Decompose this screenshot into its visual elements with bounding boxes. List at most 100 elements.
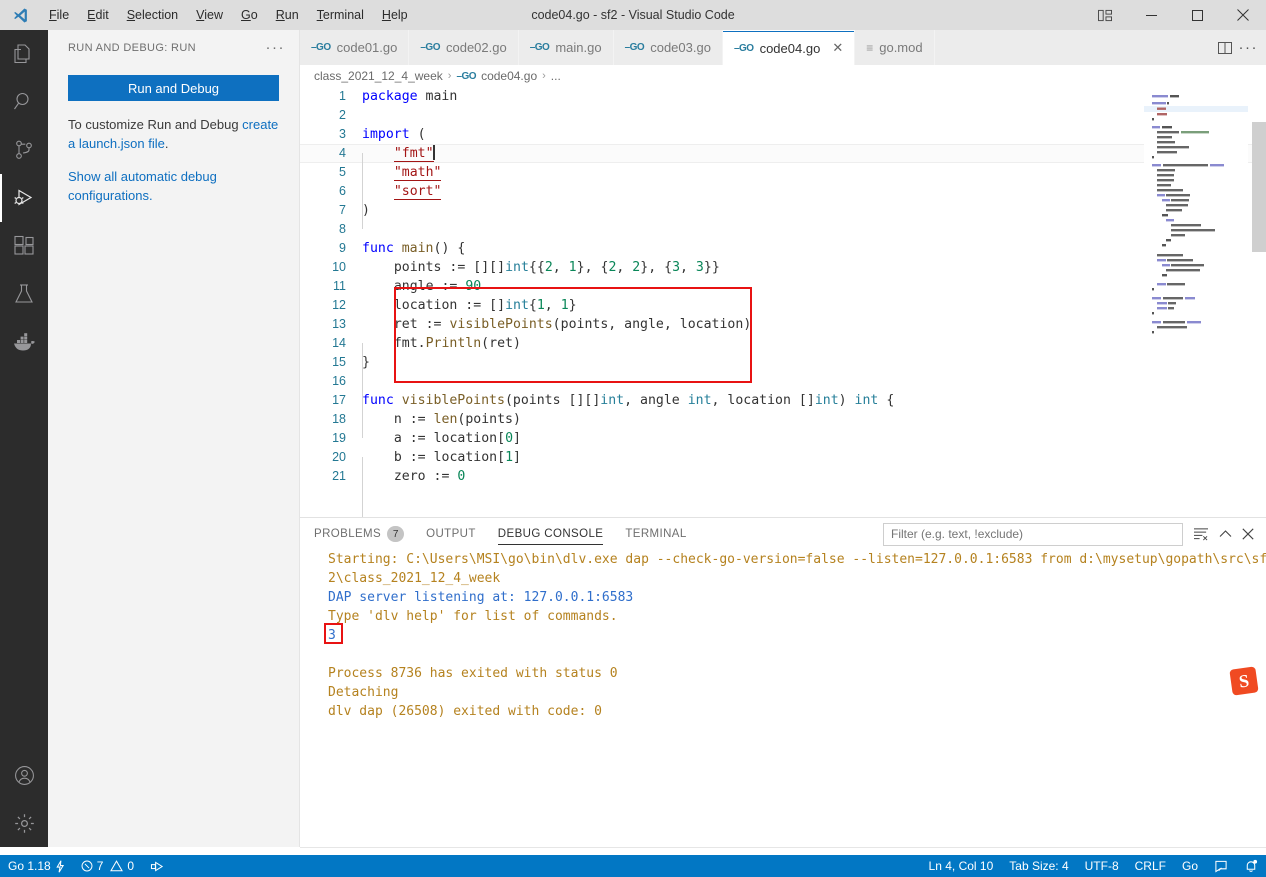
sidebar-item-explorer[interactable] [0, 30, 48, 78]
sidebar-item-search[interactable] [0, 78, 48, 126]
status-encoding[interactable]: UTF-8 [1077, 855, 1127, 877]
accounts-icon[interactable] [0, 751, 48, 799]
menu-item-terminal[interactable]: Terminal [308, 0, 373, 30]
sidebar-item-extensions[interactable] [0, 222, 48, 270]
status-notifications[interactable] [1236, 855, 1266, 877]
title-bar: File Edit Selection View Go Run Terminal Help c… [0, 0, 1266, 30]
customize-layout-icon[interactable] [1082, 0, 1128, 30]
line-content: b := location[1] [393, 450, 521, 465]
console-line: Starting: C:\Users\MSI\go\bin\dlv.exe da… [328, 552, 1266, 567]
run-and-debug-button[interactable]: Run and Debug [68, 75, 279, 101]
status-cursor-position[interactable]: Ln 4, Col 10 [921, 855, 1002, 877]
editor-tab-go-mod[interactable]: ≡ go.mod [855, 30, 935, 65]
status-go-debug[interactable] [142, 855, 173, 877]
sidebar-item-testing[interactable] [0, 270, 48, 318]
encoding-label: UTF-8 [1084, 859, 1119, 873]
editor-tab-code03-go[interactable]: –GO code03.go [613, 30, 723, 65]
code-line[interactable]: 19 a := location[0] [300, 429, 1266, 448]
collapse-panel-icon[interactable] [1219, 529, 1232, 539]
console-filter-input[interactable] [883, 522, 1183, 546]
menu-bar[interactable]: File Edit Selection View Go Run Terminal Help [40, 0, 417, 30]
menu-item-run[interactable]: Run [267, 0, 308, 30]
line-number: 20 [332, 450, 346, 464]
split-editor-icon[interactable] [1217, 41, 1233, 55]
status-language-mode[interactable]: Go [1174, 855, 1206, 877]
cursor-position-label: Ln 4, Col 10 [928, 859, 994, 873]
code-line[interactable]: 21 zero := 0 [300, 467, 1266, 486]
menu-item-selection[interactable]: Selection [118, 0, 187, 30]
panel-tab-terminal[interactable]: TERMINAL [625, 518, 686, 550]
close-button[interactable] [1220, 0, 1266, 30]
code-line[interactable]: 16 [300, 372, 1266, 391]
line-content: a := location[0] [393, 431, 521, 446]
breadcrumb-separator: › [542, 70, 546, 82]
scrollbar-thumb[interactable] [1252, 122, 1266, 252]
code-line[interactable]: 12 location := []int{1, 1} [300, 296, 1266, 315]
tab-size-label: Tab Size: 4 [1009, 859, 1069, 873]
status-eol[interactable]: CRLF [1127, 855, 1174, 877]
close-panel-icon[interactable] [1242, 528, 1254, 540]
minimap[interactable] [1144, 87, 1248, 517]
code-line[interactable]: 6 "sort" [300, 182, 1266, 201]
code-line[interactable]: 14 fmt.Println(ret) [300, 334, 1266, 353]
status-problems[interactable]: 7 0 [73, 855, 142, 877]
status-go-version[interactable]: Go 1.18 [0, 855, 73, 877]
code-line[interactable]: 8 [300, 220, 1266, 239]
code-editor[interactable]: 1 package main 2 3 import (4 "fmt" 5 "math" 6 … [300, 87, 1266, 517]
editor-more-actions-icon[interactable]: ··· [1239, 40, 1259, 55]
settings-gear-icon[interactable] [0, 799, 48, 847]
code-line[interactable]: 18 n := len(points) [300, 410, 1266, 429]
menu-item-file[interactable]: File [40, 0, 78, 30]
go-file-icon: –GO [311, 42, 331, 53]
code-line[interactable]: 9 func main() { [300, 239, 1266, 258]
breadcrumb-item[interactable]: class_2021_12_4_week [314, 69, 443, 83]
sidebar-item-docker[interactable] [0, 318, 48, 366]
breadcrumb-item[interactable]: code04.go [481, 69, 537, 83]
go-file-icon: –GO [456, 70, 477, 82]
code-line[interactable]: 2 [300, 106, 1266, 125]
code-line[interactable]: 4 "fmt" [300, 144, 1266, 163]
panel-tab-debug-console[interactable]: DEBUG CONSOLE [497, 518, 604, 550]
error-icon [81, 860, 93, 872]
error-count: 7 [96, 859, 104, 873]
code-line[interactable]: 5 "math" [300, 163, 1266, 182]
status-feedback[interactable] [1206, 855, 1236, 877]
code-line[interactable]: 20 b := location[1] [300, 448, 1266, 467]
code-line[interactable]: 10 points := [][]int{{2, 1}, {2, 2}, {3,… [300, 258, 1266, 277]
tab-close-icon[interactable]: ✕ [832, 40, 843, 56]
line-content: location := []int{1, 1} [393, 298, 577, 313]
sidebar-more-actions-icon[interactable]: ··· [266, 40, 286, 55]
debug-console-output[interactable]: Starting: C:\Users\MSI\go\bin\dlv.exe da… [300, 550, 1266, 842]
menu-item-help[interactable]: Help [373, 0, 417, 30]
code-line[interactable]: 17 func visiblePoints(points [][]int, ang… [300, 391, 1266, 410]
editor-tab-code01-go[interactable]: –GO code01.go [300, 30, 410, 65]
sidebar-item-source-control[interactable] [0, 126, 48, 174]
editor-tab-code04-go[interactable]: –GO code04.go ✕ [722, 30, 856, 65]
status-tab-size[interactable]: Tab Size: 4 [1001, 855, 1076, 877]
maximize-button[interactable] [1174, 0, 1220, 30]
code-line[interactable]: 13 ret := visiblePoints(points, angle, l… [300, 315, 1266, 334]
panel-tab-output[interactable]: OUTPUT [426, 518, 476, 550]
code-line[interactable]: 11 angle := 90 [300, 277, 1266, 296]
menu-item-edit[interactable]: Edit [78, 0, 118, 30]
console-line: Process 8736 has exited with status 0 [328, 666, 618, 681]
code-line[interactable]: 15} [300, 353, 1266, 372]
code-line[interactable]: 7) [300, 201, 1266, 220]
show-automatic-configs-link[interactable]: Show all automatic debug configurations. [68, 167, 279, 205]
menu-item-go[interactable]: Go [232, 0, 267, 30]
editor-tabs: –GO code01.go –GO code02.go –GO main.go –GO cod… [300, 30, 1266, 65]
editor-tab-code02-go[interactable]: –GO code02.go [409, 30, 519, 65]
line-number: 14 [332, 336, 346, 350]
editor-tab-main-go[interactable]: –GO main.go [518, 30, 614, 65]
panel-tab-problems[interactable]: PROBLEMS 7 [314, 518, 405, 550]
code-line[interactable]: 1 package main [300, 87, 1266, 106]
tab-label: main.go [555, 40, 602, 55]
menu-item-view[interactable]: View [187, 0, 232, 30]
editor-scrollbar[interactable] [1252, 87, 1266, 517]
code-line[interactable]: 3 import ( [300, 125, 1266, 144]
sidebar-item-run-and-debug[interactable] [0, 174, 48, 222]
console-line: dlv dap (26508) exited with code: 0 [328, 704, 602, 719]
breadcrumb-item[interactable]: ... [551, 69, 561, 83]
minimize-button[interactable] [1128, 0, 1174, 30]
clear-console-icon[interactable] [1193, 527, 1209, 541]
